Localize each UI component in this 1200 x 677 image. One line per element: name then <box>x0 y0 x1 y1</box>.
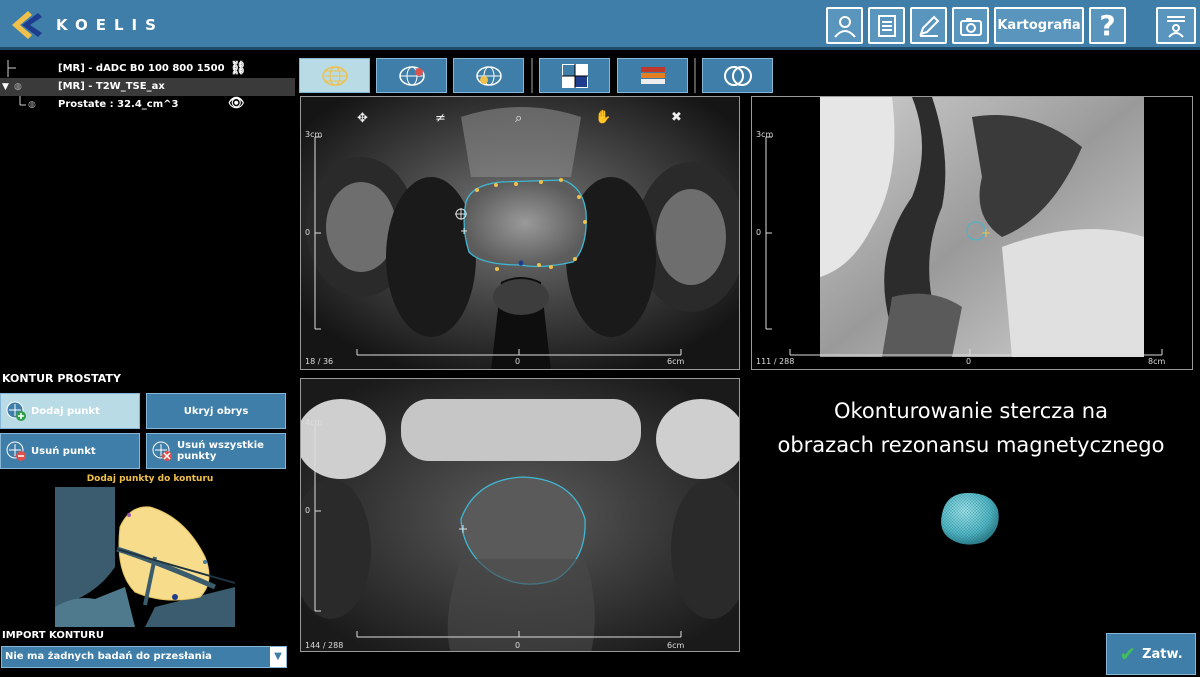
edit-icon <box>918 15 939 37</box>
slice-index: 111 / 288 <box>756 357 795 366</box>
toolbar-separator <box>694 58 696 93</box>
series-icon: ◍ <box>14 82 22 92</box>
eye-icon[interactable]: 👁 <box>228 95 245 113</box>
checkmark-icon: ✔ <box>1119 642 1137 666</box>
caption-line-2: obrazach rezonansu magnetycznego <box>777 433 1165 457</box>
view-mode-mesh-button[interactable] <box>299 58 370 93</box>
link-broken-icon[interactable]: ⛓ <box>230 60 247 78</box>
scale-zero-label: 0 <box>966 357 972 366</box>
confirm-button[interactable]: ✔ Zatw. <box>1106 633 1196 675</box>
series-tree: [MR] - dADC B0 100 800 1500 ⛓ ▼ ◍ [MR] -… <box>0 57 295 367</box>
tree-item-label: Prostate : 32.4_cm^3 <box>58 99 179 110</box>
mesh-globe-target-icon <box>475 65 502 86</box>
tree-item-dadc[interactable]: [MR] - dADC B0 100 800 1500 ⛓ <box>0 60 260 78</box>
overlay-circles-icon <box>723 65 752 86</box>
camera-icon <box>959 17 982 36</box>
prostate-3d-model[interactable] <box>936 490 1002 548</box>
reset-icon[interactable]: ✖ <box>671 110 682 125</box>
report-icon <box>877 14 896 37</box>
expand-triangle-icon[interactable]: ▼ <box>2 78 9 96</box>
report-button[interactable] <box>868 7 905 44</box>
patient-button[interactable] <box>826 7 863 44</box>
sagittal-image <box>765 97 1163 357</box>
caption-line-1: Okonturowanie stercza na <box>833 399 1108 423</box>
add-point-button[interactable]: Dodaj punkt <box>0 393 140 429</box>
koelis-logo: KOELIS <box>8 8 164 42</box>
worklist-icon <box>1167 15 1185 38</box>
remove-all-icon <box>152 441 172 461</box>
colormap-icon <box>640 66 665 84</box>
scale-mid-label: 0 <box>756 228 762 237</box>
slice-index: 144 / 288 <box>305 641 344 650</box>
import-select[interactable]: Nie ma żadnych badań do przesłania ▼ <box>1 646 287 668</box>
overlay-button[interactable] <box>702 58 773 93</box>
viewport-coronal[interactable]: 4cm 0 144 / 288 0 6cm <box>300 378 740 652</box>
contrast-icon[interactable]: ≠ <box>435 111 446 126</box>
scale-end-label: 8cm <box>1148 357 1166 366</box>
tree-item-label: [MR] - dADC B0 100 800 1500 <box>58 63 225 74</box>
mesh-globe-edit-icon <box>398 65 425 86</box>
remove-all-points-button[interactable]: Usuń wszystkie punkty <box>146 433 286 469</box>
view-mode-mesh-edit-button[interactable] <box>376 58 447 93</box>
add-point-icon <box>6 401 26 421</box>
scale-top-label: 3cm <box>305 130 323 139</box>
pan-hand-icon[interactable]: ✋ <box>595 110 611 125</box>
zoom-icon[interactable]: ⌕ <box>515 111 522 126</box>
remove-point-label: Usuń punkt <box>31 445 96 457</box>
top-bar: KOELIS Kartografia ? <box>0 0 1200 50</box>
viewport-sagittal[interactable]: 3cm 0 111 / 288 0 8cm <box>751 96 1193 370</box>
axial-image <box>301 97 739 369</box>
scale-end-label: 6cm <box>667 641 685 650</box>
scale-mid-label: 0 <box>305 506 311 515</box>
confirm-label: Zatw. <box>1142 646 1183 662</box>
import-select-value: Nie ma żadnych badań do przesłania <box>5 651 212 662</box>
layout-button[interactable] <box>539 58 610 93</box>
scale-top-label: 3cm <box>756 130 774 139</box>
toolbar-separator <box>531 58 533 93</box>
section-title-kontur: KONTUR PROSTATY <box>2 372 121 385</box>
tree-item-prostate[interactable]: ◍ Prostate : 32.4_cm^3 👁 <box>0 96 260 114</box>
chevron-down-icon[interactable]: ▼ <box>270 647 286 667</box>
contour-illustration <box>55 487 235 627</box>
tree-item-t2w[interactable]: ▼ ◍ [MR] - T2W_TSE_ax <box>0 78 295 96</box>
caption: Okonturowanie stercza na obrazach rezona… <box>752 394 1190 462</box>
mesh-globe-icon <box>321 65 348 86</box>
tree-item-label: [MR] - T2W_TSE_ax <box>58 81 165 92</box>
hide-outline-button[interactable]: Ukryj obrys <box>146 393 286 429</box>
slice-index: 18 / 36 <box>305 357 334 366</box>
layout-grid-icon <box>561 63 588 88</box>
view-mode-mesh-target-button[interactable] <box>453 58 524 93</box>
koelis-logo-icon <box>12 11 42 39</box>
edit-button[interactable] <box>910 7 947 44</box>
remove-point-button[interactable]: Usuń punkt <box>0 433 140 469</box>
move-icon[interactable]: ✥ <box>357 111 368 126</box>
add-point-label: Dodaj punkt <box>31 405 100 417</box>
worklist-button[interactable] <box>1156 7 1196 44</box>
scale-end-label: 6cm <box>667 357 685 366</box>
logo-text: KOELIS <box>56 16 164 34</box>
remove-all-label: Usuń wszystkie punkty <box>177 440 264 462</box>
mesh-icon: ◍ <box>28 100 36 110</box>
scale-top-label: 4cm <box>305 418 323 427</box>
hint-text: Dodaj punkty do konturu <box>86 474 214 484</box>
viewport-axial[interactable]: ✥ ≠ ⌕ ✋ ✖ 3cm 0 18 / 36 0 6cm <box>300 96 740 370</box>
scale-zero-label: 0 <box>515 357 521 366</box>
section-title-import: IMPORT KONTURU <box>2 630 104 641</box>
remove-point-icon <box>6 441 26 461</box>
scale-zero-label: 0 <box>515 641 521 650</box>
hide-outline-label: Ukryj obrys <box>183 405 249 417</box>
colormap-button[interactable] <box>617 58 688 93</box>
coronal-image <box>301 379 739 651</box>
patient-icon <box>833 15 856 38</box>
help-button[interactable]: ? <box>1089 7 1126 44</box>
scale-mid-label: 0 <box>305 228 311 237</box>
camera-button[interactable] <box>952 7 989 44</box>
kartografia-button[interactable]: Kartografia <box>994 7 1084 44</box>
